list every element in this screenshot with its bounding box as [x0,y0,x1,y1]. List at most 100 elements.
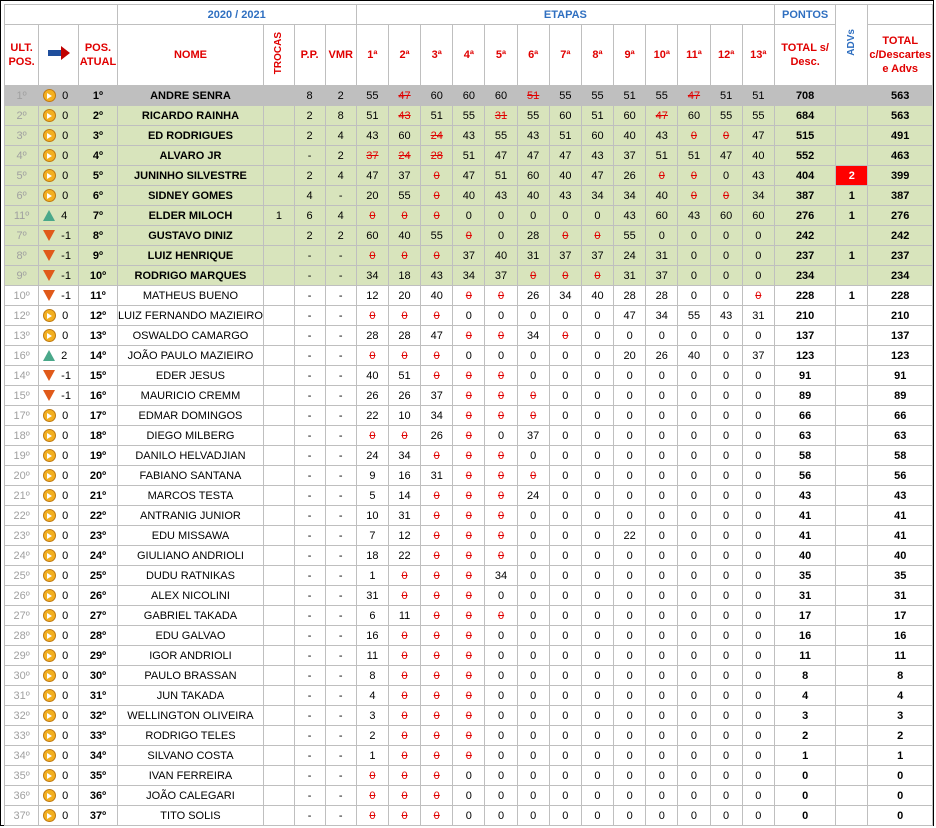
final-total: 491 [867,125,933,146]
stage-score: 10 [355,505,389,526]
table-row: 26º 0 26º ALEX NICOLINI - -31 0 0 0 0 0 0 0 0 0 0 0 0 31 31 [3,585,933,606]
discarded-score: 0 [433,209,440,222]
score-value: 0 [562,209,569,222]
stage-score: 37 [548,245,582,266]
movement-delta: 0 [62,309,69,322]
stage-score: 0 [452,345,486,366]
score-value: 0 [465,209,472,222]
table-row: 12º 0 12º LUIZ FERNANDO MAZIEIRO - -0 0 0 0 0 0 0 0 4… [3,305,933,326]
discarded-score: 0 [690,189,698,202]
final-total: 8 [867,665,933,686]
stage-score: 0 [452,705,486,726]
stage-score: 20 [387,285,422,306]
score-value: 0 [497,689,505,702]
stage-score: 0 [516,565,550,586]
discarded-score: 0 [690,129,698,142]
score-value: 0 [690,689,698,702]
discarded-score: 0 [465,749,472,762]
table-row: 24º 0 24º GIULIANO ANDRIOLI - -18 22 0 0 0 0 0 0 0 0 0 0… [3,545,933,566]
stage-score: 0 [387,665,422,686]
stage-score: 0 [452,425,486,446]
table-row: 11º 4 7º ELDER MILOCH 1 6 4 0 0 0 0 0 0 0 0 43 60 43 60 60 2… [3,205,933,226]
stage-score: 34 [484,565,518,586]
stage-score: 10 [387,405,422,426]
discarded-score: 0 [658,169,665,182]
final-total: 2 [867,725,933,746]
total-points: 137 [773,325,837,346]
season-header: 2020 / 2021 [116,4,357,25]
stage-score: 0 [355,345,389,366]
score-value: 0 [626,369,633,382]
score-value: 0 [562,469,569,482]
stage-score: 51 [387,365,422,386]
score-value: 0 [690,549,698,562]
pp-cell: - [293,285,326,306]
last-position-cell: 14º [3,365,40,386]
score-value: 47 [527,149,540,162]
discarded-score: 0 [433,649,440,662]
table-row: 34º 0 34º SILVANO COSTA - -1 0 0 0 0 0 0 0 0 0 0 0 0 1 1 [3,745,933,766]
advs-cell [835,265,869,286]
stage-score: 60 [613,105,647,126]
score-value: 0 [723,249,730,262]
final-total: 563 [867,105,933,126]
discarded-score: 51 [527,89,540,102]
stage-score: 0 [580,345,615,366]
vmr-header: VMR [324,24,357,86]
stage-score: 0 [548,305,582,326]
player-name: ALVARO JR [116,145,265,166]
score-value: 12 [366,289,379,302]
total-points: 237 [773,245,837,266]
score-value: 47 [752,129,765,142]
discarded-score: 0 [465,429,472,442]
stage-score: 0 [516,785,550,806]
stage-score: 0 [484,285,518,306]
total-points: 2 [773,725,837,746]
stage-score: 0 [452,645,486,666]
stage-score: 0 [355,305,389,326]
stage-score: 0 [420,365,454,386]
score-value: 0 [755,809,762,822]
score-value: 0 [594,209,601,222]
discarded-score: 0 [497,389,505,402]
stage-score: 0 [741,365,775,386]
stage-score: 26 [420,425,454,446]
arrow-right-circle-icon [43,429,57,442]
stage-score: 0 [548,505,582,526]
score-value: 0 [465,349,472,362]
total-points: 552 [773,145,837,166]
stage-score: 0 [741,385,775,406]
total-points: 16 [773,625,837,646]
player-name: TITO SOLIS [116,805,265,826]
player-name: GUSTAVO DINIZ [116,225,265,246]
score-value: 0 [497,309,505,322]
stage-score: 0 [677,405,711,426]
stage-score: 55 [741,105,775,126]
score-value: 51 [366,109,379,122]
score-value: 0 [594,509,601,522]
trocas-cell [263,805,295,826]
stage-score: 0 [484,465,518,486]
score-value: 0 [755,529,762,542]
stage-score: 0 [580,645,615,666]
stage-score: 24 [613,245,647,266]
player-name: ANDRE SENRA [116,85,265,106]
current-position-cell: 30º [78,665,118,686]
stage-score: 0 [580,585,615,606]
stage-score: 0 [613,445,647,466]
discarded-score: 0 [465,409,472,422]
discarded-score: 0 [401,809,408,822]
final-total: 0 [867,805,933,826]
discarded-score: 0 [401,569,408,582]
player-name: ALEX NICOLINI [116,585,265,606]
stage-score: 60 [709,205,743,226]
stage-score: 0 [741,785,775,806]
score-value: 37 [559,249,572,262]
vmr-cell: - [324,265,357,286]
stage-score: 0 [387,705,422,726]
stage-score: 0 [516,205,550,226]
advs-cell [835,85,869,106]
discarded-score: 24 [430,129,443,142]
movement-cell: -1 [38,285,80,306]
trocas-cell [263,685,295,706]
